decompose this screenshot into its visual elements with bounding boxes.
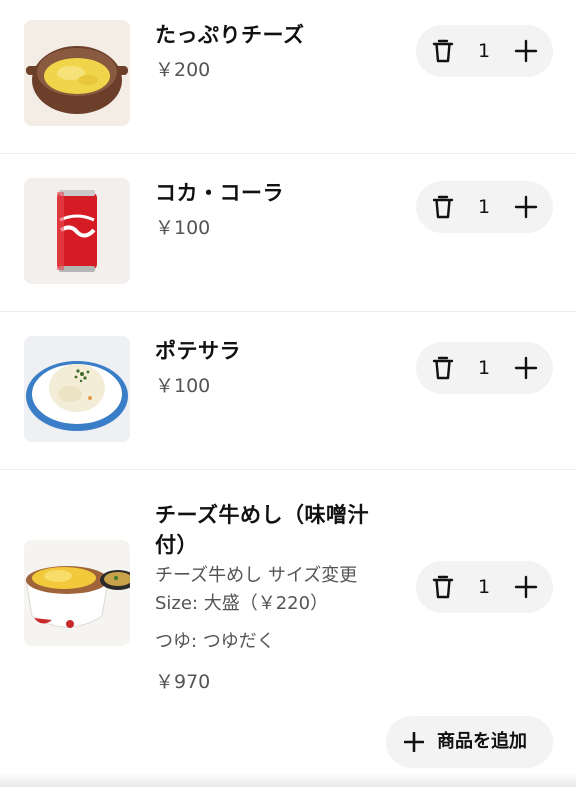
- plus-icon[interactable]: [514, 356, 538, 380]
- quantity-stepper: 1: [416, 25, 553, 77]
- quantity-stepper: 1: [416, 342, 553, 394]
- plus-icon: [404, 732, 424, 752]
- cart-item-list: たっぷりチーズ ￥200 1 コカ・コーラ ￥100 1 ポテサラ ￥100 1…: [0, 0, 576, 718]
- item-name: チーズ牛めし（味噌汁付）: [155, 503, 369, 557]
- item-name: たっぷりチーズ: [155, 23, 305, 47]
- item-price: ￥970: [155, 671, 211, 693]
- trash-icon[interactable]: [432, 194, 454, 220]
- item-info: コカ・コーラ ￥100: [155, 178, 390, 242]
- item-info: たっぷりチーズ ￥200: [155, 20, 390, 84]
- trash-icon[interactable]: [432, 355, 454, 381]
- item-price: ￥100: [155, 375, 211, 397]
- item-info: ポテサラ ￥100: [155, 336, 390, 400]
- cart-item: ポテサラ ￥100 1: [0, 312, 576, 470]
- item-info: チーズ牛めし（味噌汁付） チーズ牛めし サイズ変更 Size: 大盛（￥220）…: [155, 500, 390, 696]
- plus-icon[interactable]: [514, 195, 538, 219]
- quantity-value: 1: [477, 40, 491, 62]
- quantity-value: 1: [477, 196, 491, 218]
- bottom-fade: [0, 772, 576, 787]
- trash-icon[interactable]: [432, 38, 454, 64]
- cart-item: たっぷりチーズ ￥200 1: [0, 0, 576, 154]
- quantity-value: 1: [477, 576, 491, 598]
- plus-icon[interactable]: [514, 39, 538, 63]
- trash-icon[interactable]: [432, 574, 454, 600]
- item-option: チーズ牛めし サイズ変更: [155, 565, 358, 586]
- quantity-stepper: 1: [416, 181, 553, 233]
- item-option: つゆ: つゆだく: [155, 631, 275, 652]
- cart-item: コカ・コーラ ￥100 1: [0, 154, 576, 312]
- item-price: ￥100: [155, 217, 211, 239]
- cheese-beef-bowl-image: [24, 540, 130, 646]
- item-name: ポテサラ: [155, 339, 241, 363]
- add-item-label: 商品を追加: [437, 731, 527, 752]
- quantity-value: 1: [477, 357, 491, 379]
- add-item-button[interactable]: 商品を追加: [386, 716, 553, 768]
- potato-salad-image: [24, 336, 130, 442]
- plus-icon[interactable]: [514, 575, 538, 599]
- coca-cola-can-image: [24, 178, 130, 284]
- item-option: Size: 大盛（￥220）: [155, 593, 329, 614]
- cheese-pot-image: [24, 20, 130, 126]
- item-price: ￥200: [155, 59, 211, 81]
- quantity-stepper: 1: [416, 561, 553, 613]
- item-name: コカ・コーラ: [155, 181, 284, 205]
- cart-item: チーズ牛めし（味噌汁付） チーズ牛めし サイズ変更 Size: 大盛（￥220）…: [0, 470, 576, 718]
